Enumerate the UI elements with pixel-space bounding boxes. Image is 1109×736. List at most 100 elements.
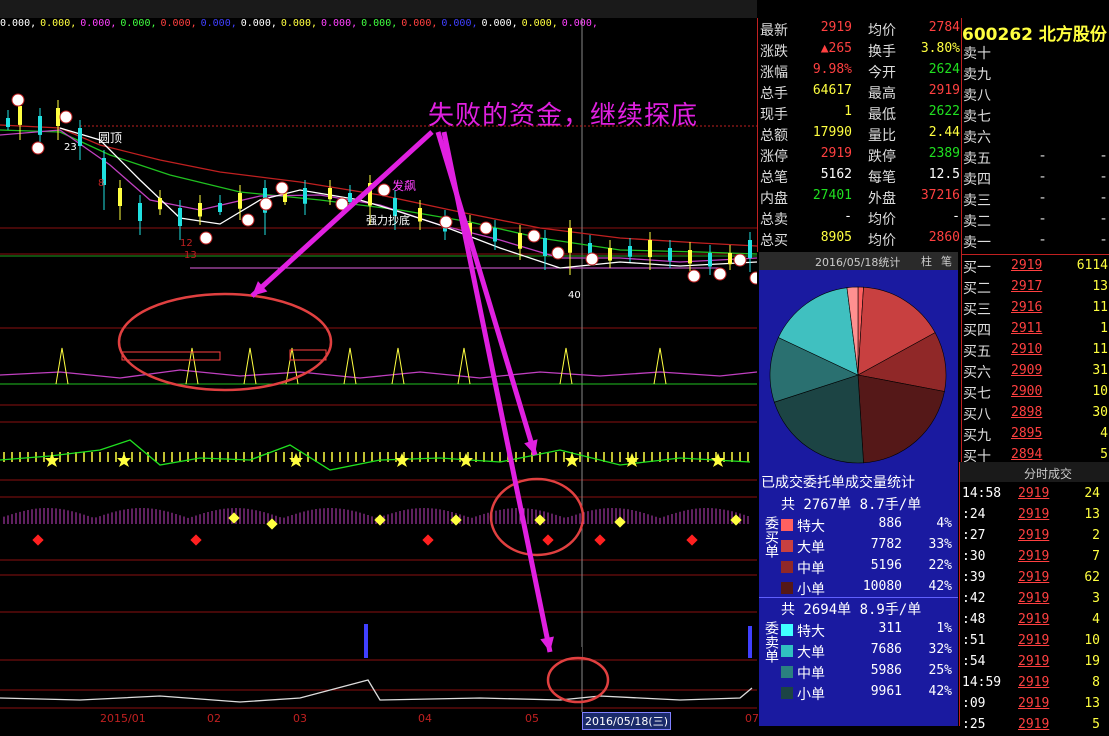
volume-bar (534, 639, 537, 658)
tick-row: :51 2919 10 (960, 631, 1109, 652)
indicator-spike (185, 347, 199, 385)
ask-row[interactable]: 卖九 (962, 63, 1109, 84)
tick-price: 2919 (1018, 486, 1050, 501)
volume-bar (369, 638, 372, 658)
bid-row[interactable]: 买八 2898 30 (962, 403, 1109, 424)
quote-value: 37216 (920, 188, 960, 203)
quote-label: 外盘 (868, 191, 896, 207)
group-label: 委买单 (763, 516, 779, 558)
volume-bar (359, 640, 362, 658)
candle-body (158, 198, 162, 210)
ask-row[interactable]: 卖一 - - (962, 231, 1109, 252)
volume-bar (54, 650, 57, 658)
smiley-marker (275, 181, 289, 195)
kline-chart[interactable]: 0.000, 0.000, 0.000, 0.000, 0.000, 0.000, 0.00… (0, 0, 759, 730)
smiley-marker (439, 215, 453, 229)
volume-bar (684, 643, 687, 658)
volume-bar (614, 640, 617, 658)
volume-bar (719, 653, 722, 658)
volume-bar (69, 647, 72, 658)
ask-row[interactable]: 卖四 - - (962, 168, 1109, 189)
bid-row[interactable]: 买一 2919 6114 (962, 256, 1109, 277)
volume-bar (479, 650, 482, 658)
bid-price: 2909 (1011, 363, 1043, 378)
chart-number: 23 (64, 142, 77, 153)
volume-bar (489, 648, 492, 658)
bid-row[interactable]: 买二 2917 13 (962, 277, 1109, 298)
quote-value: ▲265 (820, 41, 852, 56)
bid-row[interactable]: 买五 2910 11 (962, 340, 1109, 361)
ask-volume: - (1100, 190, 1106, 206)
volume-bar (634, 653, 637, 658)
indicator-spike (391, 347, 405, 385)
tick-time: :30 (962, 549, 986, 564)
tick-price: 2919 (1018, 633, 1050, 648)
volume-bar (499, 646, 502, 658)
bid-row[interactable]: 买九 2895 4 (962, 424, 1109, 445)
bid-row[interactable]: 买七 2900 10 (962, 382, 1109, 403)
tick-time: :27 (962, 528, 986, 543)
order-stats-pie-panel: 2016/05/18统计 柱 笔 已成交委托单成交量统计 (759, 252, 958, 492)
stat-volume: 311 (878, 621, 902, 636)
order-book: 600262 北方股份 卖十 卖九 卖八 卖七 卖六 卖五 - - 卖四 - - 卖三 - - 卖二 - - 卖一… (961, 18, 1109, 465)
tick-price: 2919 (1018, 675, 1050, 690)
volume-bar (669, 646, 672, 658)
indicator-block (121, 351, 221, 361)
tick-row: :30 2919 7 (960, 547, 1109, 568)
ask-row[interactable]: 卖三 - - (962, 189, 1109, 210)
volume-bar (299, 652, 302, 658)
candle-body (78, 128, 82, 146)
ask-row[interactable]: 卖二 - - (962, 210, 1109, 231)
pie-caption: 已成交委托单成交量统计 (761, 475, 915, 491)
quote-value: 2622 (928, 104, 960, 119)
fafeng-label: 发飙 (392, 178, 416, 193)
tick-trades-header[interactable]: 分时成交 (960, 462, 1109, 482)
ask-row[interactable]: 卖六 (962, 126, 1109, 147)
rise-label: 强力抄底 (366, 213, 410, 227)
tick-row: 14:58 2919 24 (960, 484, 1109, 505)
volume-bar (354, 641, 357, 658)
tick-price: 2919 (1018, 549, 1050, 564)
diamond-marker (542, 534, 554, 546)
candle-body (348, 193, 352, 202)
volume-bar (89, 643, 92, 658)
smiley-marker (199, 231, 213, 245)
stat-name: 小单 (797, 582, 825, 598)
volume-bar (339, 644, 342, 658)
tick-price: 2919 (1018, 717, 1050, 732)
quote-label: 内盘 (760, 191, 788, 207)
bid-row[interactable]: 买六 2909 31 (962, 361, 1109, 382)
tick-row: :24 2919 13 (960, 505, 1109, 526)
bid-label: 买三 (963, 302, 991, 318)
smiley-marker (377, 183, 391, 197)
volume-bar (569, 649, 572, 658)
bid-label: 买五 (963, 344, 991, 360)
candle-body (218, 203, 222, 212)
ask-row[interactable]: 卖五 - - (962, 147, 1109, 168)
candle-body (748, 240, 752, 258)
ask-row[interactable]: 卖十 (962, 42, 1109, 63)
tick-price: 2919 (1018, 612, 1050, 627)
highlight-ellipse (546, 656, 610, 704)
bid-volume: 5 (1100, 447, 1108, 462)
tick-volume: 62 (1084, 570, 1100, 585)
bid-label: 买八 (963, 407, 991, 423)
volume-bar (259, 643, 262, 658)
top-label: 圆顶 (98, 131, 122, 145)
volume-bar (314, 649, 317, 658)
bid-row[interactable]: 买四 2911 1 (962, 319, 1109, 340)
stat-row: 大单 7782 33% (781, 536, 958, 557)
tab-count-view[interactable]: 笔 (941, 253, 952, 269)
volume-bar (19, 640, 22, 658)
tick-volume: 24 (1084, 486, 1100, 501)
star-marker (289, 453, 303, 467)
volume-bar (159, 646, 162, 658)
candle-body (118, 188, 122, 206)
volume-bar (329, 646, 332, 658)
stat-name: 小单 (797, 687, 825, 703)
volume-bar (554, 652, 557, 658)
ask-row[interactable]: 卖八 (962, 84, 1109, 105)
bid-row[interactable]: 买三 2916 11 (962, 298, 1109, 319)
tab-bar-view[interactable]: 柱 (921, 253, 932, 269)
ask-row[interactable]: 卖七 (962, 105, 1109, 126)
